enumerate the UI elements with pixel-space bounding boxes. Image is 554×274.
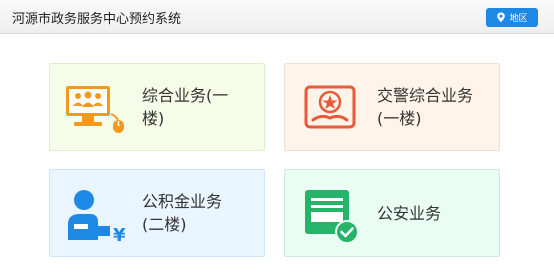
police-badge-icon [304,85,356,129]
svg-text:¥: ¥ [113,225,126,246]
region-button-label: 地区 [509,14,528,24]
page-title: 河源市政务服务中心预约系统 [12,12,182,27]
person-yuan-icon: ¥ [68,190,126,246]
header-bar: 河源市政务服务中心预约系统 地区 [0,0,554,34]
service-card-label: 公安业务 [377,204,442,223]
region-button[interactable]: 地区 [486,8,538,27]
service-card-traffic-police[interactable]: 交警综合业务 (一楼) [284,63,500,151]
service-card-general[interactable]: 综合业务(一 楼) [49,63,265,151]
service-card-label: 公积金业务 (二楼) [142,192,223,234]
security-document-check-icon [305,190,359,244]
service-card-housing-fund[interactable]: ¥ 公积金业务 (二楼) [49,169,265,257]
service-card-public-security[interactable]: 公安业务 [284,169,500,257]
service-card-label: 综合业务(一 楼) [142,86,229,128]
location-pin-icon [497,12,506,23]
service-card-label: 交警综合业务 (一楼) [377,86,474,128]
computer-users-icon [66,86,124,133]
